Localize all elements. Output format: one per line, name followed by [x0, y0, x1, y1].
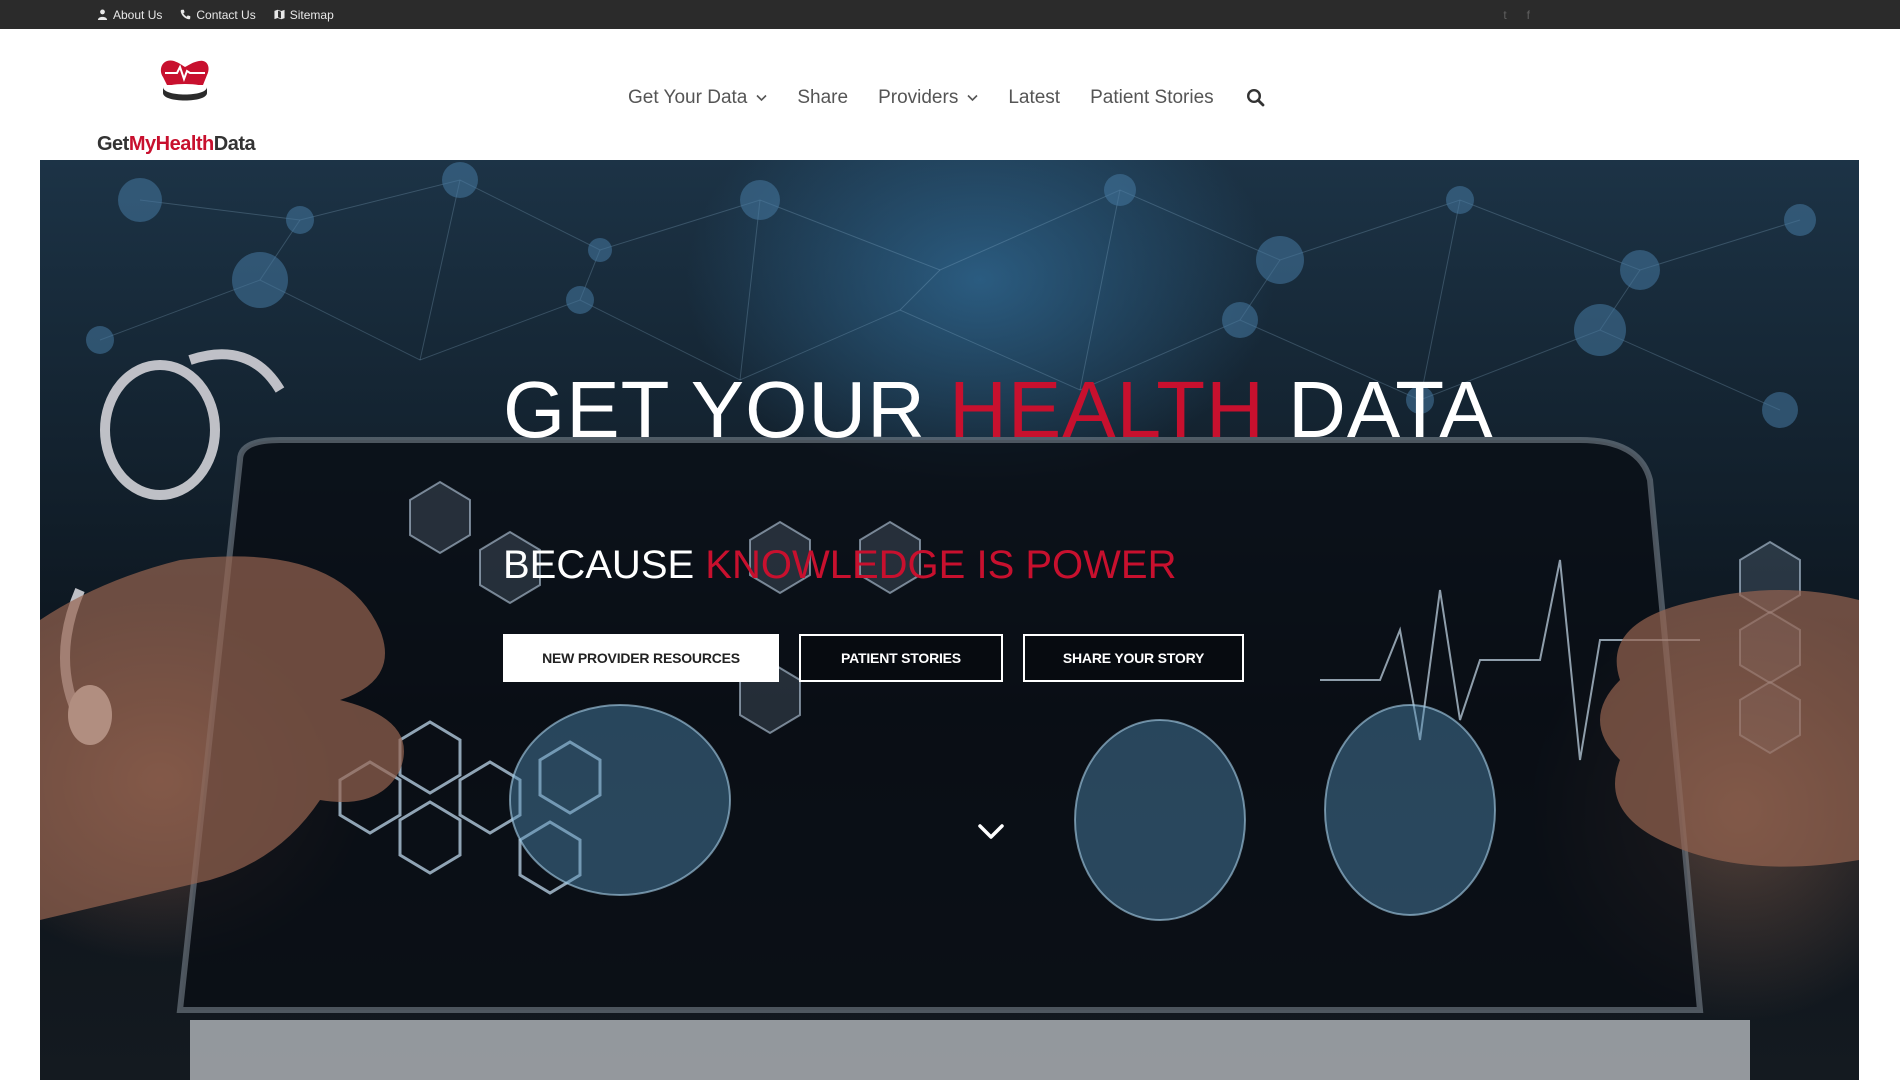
contact-us-link[interactable]: Contact Us [180, 7, 256, 22]
logo-text-get: Get [97, 133, 129, 155]
sitemap-label: Sitemap [289, 7, 334, 22]
chevron-down-icon [756, 94, 767, 102]
contact-us-label: Contact Us [196, 7, 256, 22]
hero-buttons: NEW PROVIDER RESOURCES PATIENT STORIES S… [503, 634, 1244, 682]
top-bar: About Us Contact Us Sitemap t f [0, 0, 1900, 29]
search-icon[interactable] [1246, 88, 1266, 108]
nav-patient-stories[interactable]: Patient Stories [1090, 87, 1214, 109]
nav-get-your-data-label: Get Your Data [628, 87, 748, 108]
main-nav: Get Your Data Share Providers Latest Pat… [628, 87, 1266, 109]
nav-share-label: Share [797, 87, 849, 108]
chevron-down-icon [967, 94, 978, 102]
nav-providers-label: Providers [878, 87, 959, 108]
hero-title-part1: GET YOUR [503, 365, 950, 454]
chevron-down-icon[interactable] [977, 823, 1005, 841]
nav-latest[interactable]: Latest [1008, 87, 1060, 109]
hero-title: GET YOUR HEALTH DATA [503, 370, 1494, 450]
user-icon [97, 9, 108, 20]
sitemap-link[interactable]: Sitemap [274, 8, 334, 22]
top-bar-links: About Us Contact Us Sitemap [97, 0, 334, 29]
site-logo[interactable]: GetMyHealthData [97, 57, 277, 155]
facebook-icon[interactable]: f [1527, 8, 1530, 22]
hero-title-part3: DATA [1264, 365, 1494, 454]
new-provider-resources-button[interactable]: NEW PROVIDER RESOURCES [503, 634, 779, 682]
hero-title-highlight: HEALTH [949, 365, 1265, 454]
phone-icon [181, 9, 191, 20]
map-icon [274, 9, 285, 20]
hero-subtitle-part1: BECAUSE [503, 543, 706, 587]
nav-latest-label: Latest [1008, 87, 1061, 108]
about-us-link[interactable]: About Us [97, 8, 162, 22]
social-links: t f [1503, 0, 1530, 29]
nav-providers[interactable]: Providers [878, 87, 978, 109]
logo-text-data: Data [213, 133, 256, 155]
nav-share[interactable]: Share [797, 87, 848, 109]
share-your-story-button[interactable]: SHARE YOUR STORY [1023, 634, 1244, 682]
logo-heart-icon [160, 60, 209, 101]
site-header: GetMyHealthData Get Your Data Share Prov… [0, 29, 1900, 160]
twitter-icon[interactable]: t [1503, 8, 1506, 22]
hero-subtitle-highlight: KNOWLEDGE IS POWER [705, 543, 1177, 587]
hero-section: GET YOUR HEALTH DATA BECAUSE KNOWLEDGE I… [40, 160, 1859, 1080]
logo-text: GetMyHealthData [97, 133, 256, 156]
patient-stories-button[interactable]: PATIENT STORIES [799, 634, 1003, 682]
logo-text-myhealth: MyHealth [128, 133, 214, 155]
hero-subtitle: BECAUSE KNOWLEDGE IS POWER [503, 545, 1176, 585]
about-us-label: About Us [113, 7, 163, 22]
hero-background-image [40, 162, 1859, 1080]
nav-get-your-data[interactable]: Get Your Data [628, 87, 767, 109]
nav-patient-stories-label: Patient Stories [1090, 87, 1214, 108]
